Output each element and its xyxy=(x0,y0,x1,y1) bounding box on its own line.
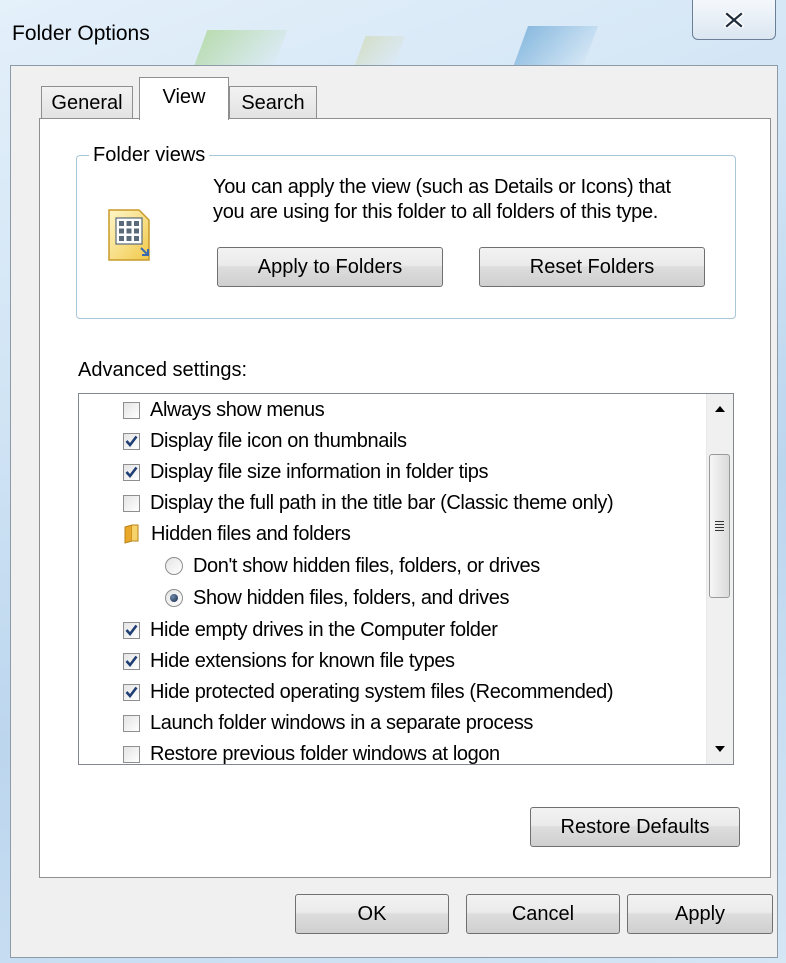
scroll-up-button[interactable] xyxy=(707,396,733,422)
setting-label: Hidden files and folders xyxy=(151,522,351,545)
close-button[interactable] xyxy=(692,0,776,40)
setting-checkbox[interactable] xyxy=(123,432,140,450)
setting-checkbox[interactable] xyxy=(123,714,140,732)
setting-label: Don't show hidden files, folders, or dri… xyxy=(193,554,540,577)
setting-category-hidden-files-and-folders: Hidden files and folders xyxy=(123,518,351,550)
folder-views-icon xyxy=(108,209,150,261)
setting-radio[interactable] xyxy=(165,557,183,575)
apply-to-folders-button[interactable]: Apply to Folders xyxy=(217,247,443,287)
setting-display-full-path-in-title-bar[interactable]: Display the full path in the title bar (… xyxy=(123,487,614,519)
tab-search[interactable]: Search xyxy=(229,86,317,119)
setting-checkbox[interactable] xyxy=(123,494,140,512)
setting-label: Always show menus xyxy=(150,398,325,421)
setting-show-hidden-files[interactable]: Show hidden files, folders, and drives xyxy=(165,582,510,614)
cancel-button[interactable]: Cancel xyxy=(466,894,620,934)
setting-checkbox[interactable] xyxy=(123,401,140,419)
setting-checkbox[interactable] xyxy=(123,652,140,670)
reset-folders-button[interactable]: Reset Folders xyxy=(479,247,705,287)
setting-launch-separate-process[interactable]: Launch folder windows in a separate proc… xyxy=(123,707,533,739)
title-bar-glass-highlight xyxy=(511,26,599,70)
restore-defaults-button[interactable]: Restore Defaults xyxy=(530,807,740,847)
folder-options-window: Folder Options General View Search Folde… xyxy=(0,0,786,963)
setting-checkbox[interactable] xyxy=(123,463,140,481)
setting-dont-show-hidden-files[interactable]: Don't show hidden files, folders, or dri… xyxy=(165,550,540,582)
arrow-up-icon xyxy=(715,406,725,412)
check-mark-icon xyxy=(125,435,138,447)
setting-always-show-menus[interactable]: Always show menus xyxy=(123,394,325,426)
apply-button[interactable]: Apply xyxy=(627,894,773,934)
tab-search-label: Search xyxy=(241,91,305,114)
setting-label: Display file size information in folder … xyxy=(150,460,489,483)
check-mark-icon xyxy=(125,655,138,667)
setting-label: Hide protected operating system files (R… xyxy=(150,680,614,703)
check-mark-icon xyxy=(125,624,138,636)
scroll-down-button[interactable] xyxy=(707,736,733,762)
view-tab-panel: Folder views You can apply the view (suc… xyxy=(39,118,771,878)
tab-general-label: General xyxy=(51,91,123,114)
advanced-settings-list[interactable]: Always show menus Display file icon on t… xyxy=(78,393,734,765)
setting-label: Display file icon on thumbnails xyxy=(150,429,407,452)
dialog-client-area: General View Search Folder views You can… xyxy=(10,65,778,958)
setting-radio[interactable] xyxy=(165,589,183,607)
ok-button[interactable]: OK xyxy=(295,894,449,934)
setting-label: Hide empty drives in the Computer folder xyxy=(150,618,498,641)
title-bar-glass-highlight xyxy=(354,36,406,66)
setting-hide-empty-drives[interactable]: Hide empty drives in the Computer folder xyxy=(123,614,498,646)
tab-view[interactable]: View xyxy=(139,77,229,120)
setting-label: Launch folder windows in a separate proc… xyxy=(150,711,534,734)
setting-hide-protected-os-files[interactable]: Hide protected operating system files (R… xyxy=(123,676,614,708)
setting-restore-previous-windows[interactable]: Restore previous folder windows at logon xyxy=(123,738,500,765)
close-icon xyxy=(724,11,744,28)
arrow-down-icon xyxy=(715,746,725,752)
check-mark-icon xyxy=(125,686,138,698)
setting-display-file-icon-on-thumbnails[interactable]: Display file icon on thumbnails xyxy=(123,425,407,457)
tab-general[interactable]: General xyxy=(41,86,133,119)
setting-hide-extensions[interactable]: Hide extensions for known file types xyxy=(123,645,455,677)
folder-views-description-line: you are using for this folder to all fol… xyxy=(213,201,659,223)
setting-label: Show hidden files, folders, and drives xyxy=(193,586,510,609)
folder-views-description: You can apply the view (such as Details … xyxy=(213,175,733,225)
folder-views-group-title: Folder views xyxy=(89,144,210,167)
scroll-grip-icon xyxy=(715,521,724,531)
folder-views-description-line: You can apply the view (such as Details … xyxy=(213,176,671,198)
check-mark-icon xyxy=(125,466,138,478)
scroll-thumb[interactable] xyxy=(709,454,730,598)
tab-view-label: View xyxy=(162,86,206,108)
title-bar-glass-highlight xyxy=(192,30,288,70)
setting-label: Display the full path in the title bar (… xyxy=(150,491,614,514)
settings-list-scrollbar[interactable] xyxy=(706,394,733,764)
setting-checkbox[interactable] xyxy=(123,745,140,763)
setting-checkbox[interactable] xyxy=(123,683,140,701)
setting-label: Restore previous folder windows at logon xyxy=(150,742,500,765)
setting-display-file-size-in-folder-tips[interactable]: Display file size information in folder … xyxy=(123,456,489,488)
advanced-settings-label: Advanced settings: xyxy=(78,359,247,381)
folder-views-group: Folder views You can apply the view (suc… xyxy=(76,144,736,319)
folder-icon xyxy=(124,524,139,544)
window-title: Folder Options xyxy=(12,22,150,45)
setting-checkbox[interactable] xyxy=(123,621,140,639)
setting-label: Hide extensions for known file types xyxy=(150,649,455,672)
radio-selected-dot xyxy=(170,594,178,602)
